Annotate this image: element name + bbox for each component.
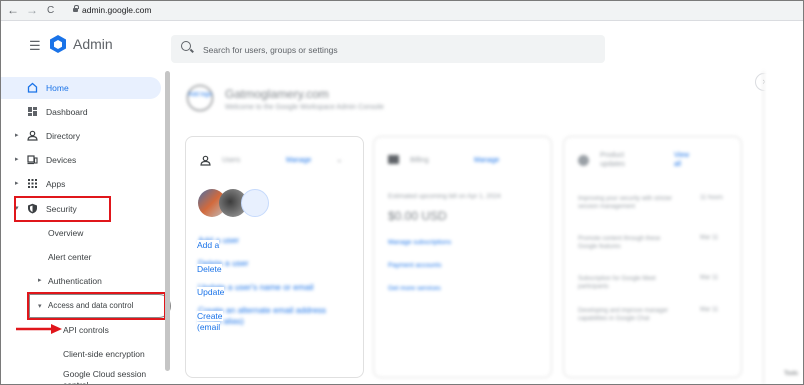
search-input[interactable] [201,35,595,65]
update-date: Mar 11 [700,307,719,313]
home-icon [27,82,38,93]
billing-amount: $0.00 USD [388,209,447,223]
billing-card: Billing Manage Estimated upcoming bill o… [373,136,552,378]
view-all-link[interactable]: View all [674,151,694,169]
sidebar-item-devices[interactable]: ▸ Devices [1,149,161,171]
update-date: 11 hours [700,195,723,201]
dashboard-icon [28,107,37,116]
lock-icon [73,5,79,12]
sidebar-item-overview[interactable]: Overview [48,228,83,238]
sidebar-item-apps[interactable]: ▸ Apps [1,173,161,195]
arrow-right-icon [16,324,62,334]
devices-icon [27,155,38,165]
app-header: ☰ Admin [1,21,803,71]
billing-estimate-text: Estimated upcoming bill on Apr 1, 2024 [388,193,501,200]
org-header: Add logo Gatmoglamery.com Welcome to the… [173,71,593,131]
sidebar-item-label: Dashboard [46,107,88,117]
add-logo-label: Add logo [188,92,212,98]
right-panel-label: Tools [784,371,799,377]
sidebar-scrollbar[interactable] [165,71,170,371]
payment-accounts-link[interactable]: Payment accounts [388,262,441,269]
chevron-down-icon[interactable]: ⌄ [336,155,343,164]
apps-grid-icon [28,179,37,188]
update-item[interactable]: Promote content through these Google fea… [578,235,678,251]
welcome-text: Welcome to the Google Workspace Admin Co… [225,104,384,111]
update-date: Mar 11 [700,235,719,241]
product-updates-title: Product updates [600,152,625,168]
billing-icon [388,155,399,164]
right-panel: Tools [763,71,803,384]
update-item[interactable]: Improving your security with stricter se… [578,195,678,211]
chevron-right-icon: ▸ [15,180,19,187]
admin-logo-icon [50,35,66,53]
sidebar-item-client-side-encryption[interactable]: Client-side encryption [63,349,145,359]
chevron-right-icon: ▸ [15,156,19,163]
app-title[interactable]: Admin [73,36,113,52]
address-bar[interactable]: admin.google.com [73,4,151,16]
sidebar-item-dashboard[interactable]: Dashboard [1,101,161,123]
access-highlight-box [27,292,166,320]
users-actions-overlay: Add a Delete Update Create (email [197,240,225,332]
chevron-right-icon: ▸ [15,132,19,139]
person-icon [200,155,211,166]
reload-icon[interactable]: C [47,3,54,19]
add-logo-button[interactable]: Add logo [187,85,213,111]
url-text: admin.google.com [82,5,152,15]
chevron-right-icon: ▸ [38,277,42,284]
main-content: Add logo Gatmoglamery.com Welcome to the… [173,71,761,384]
domain-name: Gatmoglamery.com [225,87,329,101]
sidebar: Home Dashboard ▸ Directory ▸ Devices ▸ A… [1,71,171,384]
sidebar-item-label: Directory [46,131,81,141]
sidebar-item-alert-center[interactable]: Alert center [48,252,91,262]
update-item[interactable]: Developing and improve manager capabilit… [578,307,678,323]
sidebar-item-authentication[interactable]: Authentication [48,276,102,286]
security-highlight-box [14,196,111,222]
product-updates-card: Product updates View all Improving your … [563,136,742,378]
sidebar-item-label: Devices [46,155,77,165]
users-card-title: Users [222,157,241,164]
billing-card-title: Billing [410,157,429,164]
users-manage-link[interactable]: Manage [286,157,311,164]
updates-icon [578,155,589,166]
add-user-avatar-icon[interactable] [241,189,269,217]
sidebar-item-label: Apps [46,179,66,189]
search-icon [181,41,191,51]
sidebar-item-home[interactable]: Home [1,77,161,99]
sidebar-item-google-cloud-session-control[interactable]: Google Cloud session control [63,369,163,384]
search-box[interactable] [171,35,605,65]
update-date: Mar 11 [700,275,719,281]
person-icon [27,130,38,141]
sidebar-item-api-controls[interactable]: API controls [63,325,109,335]
sidebar-item-directory[interactable]: ▸ Directory [1,125,161,147]
back-icon[interactable]: ← [7,2,19,18]
menu-icon[interactable]: ☰ [29,39,41,52]
get-more-services-link[interactable]: Get more services [388,285,441,292]
manage-subscriptions-link[interactable]: Manage subscriptions [388,239,451,246]
billing-manage-link[interactable]: Manage [474,157,499,164]
browser-toolbar: ← → C admin.google.com [1,1,803,21]
sidebar-item-label: Home [46,83,69,93]
update-item[interactable]: Subscription for Google Meet participant… [578,275,678,291]
browser-window: ← → C admin.google.com ☰ Admin Home Dash… [0,0,804,385]
forward-icon[interactable]: → [26,2,38,18]
